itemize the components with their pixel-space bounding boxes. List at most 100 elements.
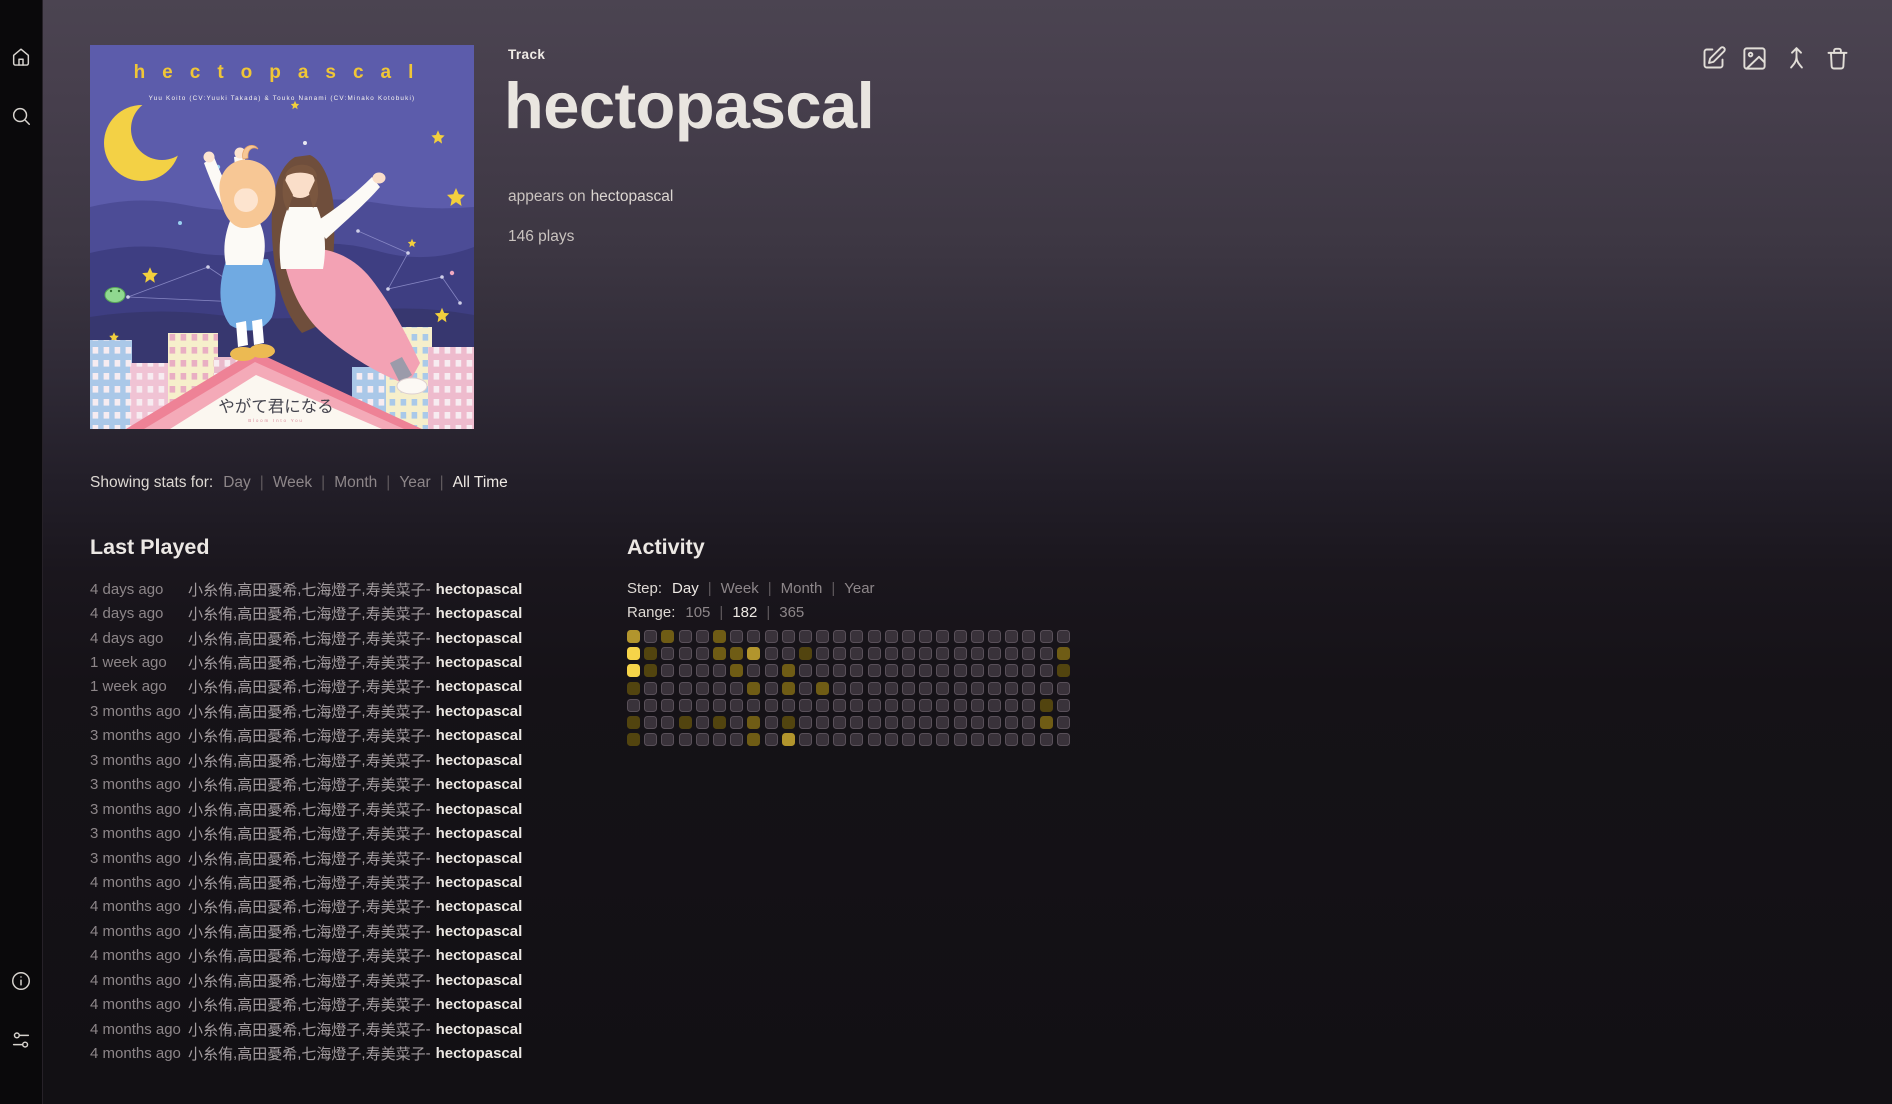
activity-cell[interactable] bbox=[696, 699, 709, 712]
activity-cell[interactable] bbox=[850, 664, 863, 677]
activity-cell[interactable] bbox=[936, 647, 949, 660]
activity-cell[interactable] bbox=[988, 699, 1001, 712]
activity-cell[interactable] bbox=[833, 682, 846, 695]
activity-cell[interactable] bbox=[988, 733, 1001, 746]
activity-cell[interactable] bbox=[885, 630, 898, 643]
artist-link[interactable]: 小糸侑 bbox=[188, 872, 233, 893]
artist-link[interactable]: 小糸侑 bbox=[188, 579, 233, 600]
artist-link[interactable]: 高田憂希 bbox=[237, 579, 297, 600]
activity-cell[interactable] bbox=[954, 682, 967, 695]
activity-cell[interactable] bbox=[954, 733, 967, 746]
artist-link[interactable]: 七海燈子 bbox=[301, 970, 361, 991]
activity-cell[interactable] bbox=[799, 699, 812, 712]
activity-cell[interactable] bbox=[919, 647, 932, 660]
activity-cell[interactable] bbox=[644, 682, 657, 695]
activity-cell[interactable] bbox=[713, 699, 726, 712]
activity-cell[interactable] bbox=[644, 733, 657, 746]
artist-link[interactable]: 小糸侑 bbox=[188, 896, 233, 917]
activity-cell[interactable] bbox=[661, 647, 674, 660]
activity-cell[interactable] bbox=[850, 716, 863, 729]
activity-cell[interactable] bbox=[919, 699, 932, 712]
activity-cell[interactable] bbox=[885, 647, 898, 660]
activity-cell[interactable] bbox=[936, 699, 949, 712]
track-link[interactable]: hectopascal bbox=[436, 947, 523, 964]
activity-cell[interactable] bbox=[971, 664, 984, 677]
search-icon[interactable] bbox=[10, 105, 32, 127]
artist-link[interactable]: 寿美菜子 bbox=[366, 579, 426, 600]
activity-cell[interactable] bbox=[765, 647, 778, 660]
activity-cell[interactable] bbox=[1005, 682, 1018, 695]
track-link[interactable]: hectopascal bbox=[436, 996, 523, 1013]
track-link[interactable]: hectopascal bbox=[436, 581, 523, 598]
activity-cell[interactable] bbox=[627, 664, 640, 677]
activity-cell[interactable] bbox=[1040, 699, 1053, 712]
activity-cell[interactable] bbox=[747, 682, 760, 695]
activity-cell[interactable] bbox=[902, 699, 915, 712]
activity-cell[interactable] bbox=[782, 699, 795, 712]
track-link[interactable]: hectopascal bbox=[436, 874, 523, 891]
track-link[interactable]: hectopascal bbox=[436, 630, 523, 647]
activity-cell[interactable] bbox=[747, 699, 760, 712]
artist-link[interactable]: 寿美菜子 bbox=[366, 725, 426, 746]
activity-cell[interactable] bbox=[868, 733, 881, 746]
track-link[interactable]: hectopascal bbox=[436, 605, 523, 622]
track-link[interactable]: hectopascal bbox=[436, 972, 523, 989]
artist-link[interactable]: 高田憂希 bbox=[237, 701, 297, 722]
range-option-182[interactable]: 182 bbox=[732, 604, 757, 621]
artist-link[interactable]: 七海燈子 bbox=[301, 848, 361, 869]
activity-cell[interactable] bbox=[885, 699, 898, 712]
step-option-month[interactable]: Month bbox=[781, 580, 823, 597]
artist-link[interactable]: 寿美菜子 bbox=[366, 799, 426, 820]
activity-cell[interactable] bbox=[816, 716, 829, 729]
activity-cell[interactable] bbox=[1040, 664, 1053, 677]
artist-link[interactable]: 小糸侑 bbox=[188, 1019, 233, 1040]
activity-cell[interactable] bbox=[816, 682, 829, 695]
activity-cell[interactable] bbox=[679, 733, 692, 746]
artist-link[interactable]: 七海燈子 bbox=[301, 1019, 361, 1040]
artist-link[interactable]: 七海燈子 bbox=[301, 921, 361, 942]
activity-cell[interactable] bbox=[919, 630, 932, 643]
track-link[interactable]: hectopascal bbox=[436, 1021, 523, 1038]
activity-cell[interactable] bbox=[799, 647, 812, 660]
activity-cell[interactable] bbox=[730, 699, 743, 712]
activity-cell[interactable] bbox=[850, 682, 863, 695]
activity-cell[interactable] bbox=[747, 733, 760, 746]
activity-cell[interactable] bbox=[971, 647, 984, 660]
activity-cell[interactable] bbox=[782, 664, 795, 677]
activity-cell[interactable] bbox=[799, 630, 812, 643]
artist-link[interactable]: 七海燈子 bbox=[301, 701, 361, 722]
artist-link[interactable]: 小糸侑 bbox=[188, 628, 233, 649]
track-link[interactable]: hectopascal bbox=[436, 703, 523, 720]
track-link[interactable]: hectopascal bbox=[436, 752, 523, 769]
artist-link[interactable]: 寿美菜子 bbox=[366, 970, 426, 991]
activity-cell[interactable] bbox=[765, 664, 778, 677]
edit-icon[interactable] bbox=[1700, 45, 1727, 72]
activity-cell[interactable] bbox=[902, 682, 915, 695]
artist-link[interactable]: 七海燈子 bbox=[301, 750, 361, 771]
activity-cell[interactable] bbox=[1040, 630, 1053, 643]
artist-link[interactable]: 小糸侑 bbox=[188, 603, 233, 624]
activity-cell[interactable] bbox=[627, 699, 640, 712]
activity-cell[interactable] bbox=[1022, 630, 1035, 643]
artist-link[interactable]: 七海燈子 bbox=[301, 774, 361, 795]
activity-cell[interactable] bbox=[868, 664, 881, 677]
artist-link[interactable]: 小糸侑 bbox=[188, 823, 233, 844]
artist-link[interactable]: 小糸侑 bbox=[188, 799, 233, 820]
activity-cell[interactable] bbox=[661, 716, 674, 729]
activity-cell[interactable] bbox=[833, 699, 846, 712]
activity-cell[interactable] bbox=[696, 682, 709, 695]
track-link[interactable]: hectopascal bbox=[436, 776, 523, 793]
activity-cell[interactable] bbox=[644, 699, 657, 712]
activity-cell[interactable] bbox=[1005, 647, 1018, 660]
activity-cell[interactable] bbox=[1057, 647, 1070, 660]
artist-link[interactable]: 小糸侑 bbox=[188, 750, 233, 771]
artist-link[interactable]: 高田憂希 bbox=[237, 994, 297, 1015]
stats-option-week[interactable]: Week bbox=[273, 474, 312, 491]
activity-cell[interactable] bbox=[954, 630, 967, 643]
artist-link[interactable]: 寿美菜子 bbox=[366, 848, 426, 869]
activity-cell[interactable] bbox=[696, 716, 709, 729]
activity-cell[interactable] bbox=[1057, 630, 1070, 643]
activity-cell[interactable] bbox=[885, 716, 898, 729]
activity-cell[interactable] bbox=[971, 630, 984, 643]
activity-cell[interactable] bbox=[902, 733, 915, 746]
